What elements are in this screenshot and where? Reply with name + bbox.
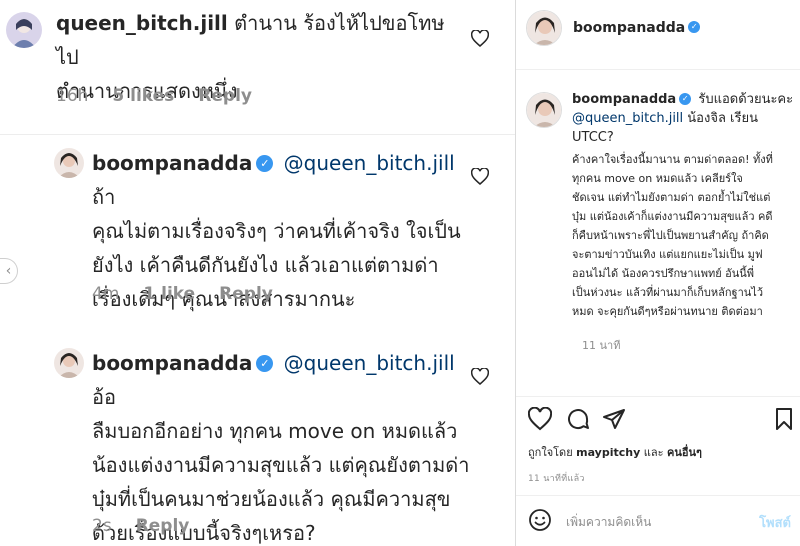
comment-time[interactable]: 2s — [92, 516, 112, 536]
comment-meta: 4m 1 like Reply — [92, 284, 273, 304]
add-comment-bar: เพิ่มความคิดเห็น โพสต์ — [516, 495, 800, 546]
post-panel: boompanadda ✓ boompanadda ✓ รับแอดด้วยนะคะ… — [515, 0, 800, 546]
liked-by-others[interactable]: คนอื่นๆ — [667, 446, 702, 459]
comments-zoom-panel: queen_bitch.jill ตำนาน ร้องไห้ไปขอโทษไป … — [0, 0, 515, 546]
comment-body-line3: น้องแต่งงานมีความสุขแล้ว แต่คุณยังตามด่า — [92, 453, 470, 477]
liked-by-mid: และ — [643, 446, 664, 459]
comment-1: queen_bitch.jill ตำนาน ร้องไห้ไปขอโทษไป … — [0, 0, 515, 120]
divider — [0, 134, 515, 135]
verified-badge-icon: ✓ — [256, 354, 274, 372]
verified-badge-icon: ✓ — [256, 154, 274, 172]
like-heart-icon[interactable] — [471, 30, 489, 47]
reply-button[interactable]: Reply — [136, 516, 190, 536]
avatar[interactable] — [526, 92, 562, 128]
like-heart-icon[interactable] — [471, 168, 489, 185]
comment-bubble-icon[interactable] — [566, 407, 590, 431]
comment-username[interactable]: queen_bitch.jill — [56, 11, 228, 35]
comment-body-line2: คุณไม่ตามเรื่องจริงๆ ว่าคนที่เค้าจริง ใจ… — [92, 219, 461, 243]
comment-likes[interactable]: 5 likes — [112, 86, 174, 106]
liked-by-text: ถูกใจโดย maypitchy และ คนอื่นๆ — [528, 443, 702, 461]
comment-body-line4: บุ๋มที่เป็นคนมาช่วยน้องแล้ว คุณมีความสุข — [92, 487, 451, 511]
comment-3: boompanadda ✓ @queen_bitch.jill อ้อ ลืมบอ… — [0, 340, 515, 546]
caption-mention[interactable]: @queen_bitch.jill — [572, 111, 683, 126]
share-paper-plane-icon[interactable] — [602, 407, 626, 431]
post-author-name[interactable]: boompanadda — [573, 20, 685, 36]
comment-meta: 16h 5 likes Reply — [56, 86, 252, 106]
caption-username[interactable]: boompanadda — [572, 92, 676, 107]
verified-badge-icon: ✓ — [679, 92, 692, 105]
comment-username[interactable]: boompanadda — [92, 351, 252, 375]
liked-by-prefix: ถูกใจโดย — [528, 446, 573, 459]
caption-body: ค้างคาใจเรื่องนี้มานาน ตามด่าตลอด! ทั้งท… — [572, 153, 773, 318]
caption-head: boompanadda ✓ รับแอดด้วยนะคะ @queen_bitch… — [572, 90, 796, 147]
save-bookmark-icon[interactable] — [772, 407, 796, 431]
comment-likes[interactable]: 1 like — [143, 284, 195, 304]
comment-mention[interactable]: @queen_bitch.jill — [284, 151, 455, 175]
post-header: boompanadda ✓ — [516, 0, 800, 70]
emoji-smiley-icon[interactable] — [528, 508, 552, 532]
comment-meta: 2s Reply — [92, 516, 189, 536]
reply-button[interactable]: Reply — [198, 86, 252, 106]
post-time[interactable]: 11 นาทีที่แล้ว — [528, 471, 585, 485]
comment-body-line3: ยังไง เค้าคืนดีกันยังไง แล้วเอาแต่ตามด่า — [92, 253, 439, 277]
comment-username[interactable]: boompanadda — [92, 151, 252, 175]
caption-head-text: รับแอดด้วยนะคะ — [698, 92, 794, 107]
avatar[interactable] — [54, 148, 84, 178]
reply-button[interactable]: Reply — [219, 284, 273, 304]
comment-mention[interactable]: @queen_bitch.jill — [284, 351, 455, 375]
caption-time[interactable]: 11 นาที — [582, 336, 620, 354]
avatar[interactable] — [526, 10, 562, 46]
comment-2: boompanadda ✓ @queen_bitch.jill ถ้า คุณไม… — [0, 140, 515, 320]
comment-input[interactable]: เพิ่มความคิดเห็น — [566, 513, 651, 532]
comment-time[interactable]: 16h — [56, 86, 88, 106]
comment-body-line1: อ้อ — [92, 385, 117, 409]
avatar[interactable] — [54, 348, 84, 378]
like-heart-icon[interactable] — [471, 368, 489, 385]
avatar[interactable] — [6, 12, 42, 48]
like-heart-icon[interactable] — [528, 407, 552, 431]
comment-body-line1: ถ้า — [92, 185, 116, 209]
post-comment-button[interactable]: โพสต์ — [759, 512, 791, 533]
comment-body-line2: ลืมบอกอีกอย่าง ทุกคน move on หมดแล้ว — [92, 419, 458, 443]
liked-by-user[interactable]: maypitchy — [576, 446, 640, 459]
comment-time[interactable]: 4m — [92, 284, 119, 304]
post-actions: ถูกใจโดย maypitchy และ คนอื่นๆ 11 นาทีที… — [516, 396, 800, 546]
verified-badge-icon: ✓ — [688, 21, 701, 33]
post-author[interactable]: boompanadda ✓ — [573, 20, 701, 36]
